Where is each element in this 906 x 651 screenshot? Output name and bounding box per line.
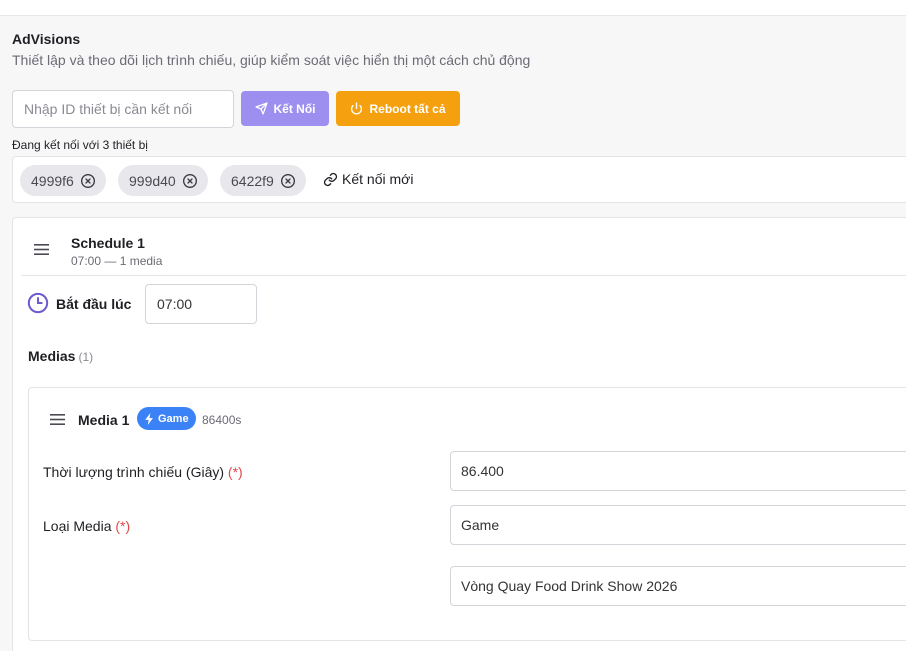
schedule-header: Schedule 1 07:00 — 1 media [21, 218, 906, 276]
drag-handle-icon[interactable] [34, 244, 49, 255]
required-mark: (*) [227, 464, 243, 480]
app-title: AdVisions [12, 31, 81, 47]
duration-label: Thời lượng trình chiếu (Giây) (*) [43, 464, 243, 480]
send-icon [254, 102, 268, 115]
drag-handle-icon[interactable] [50, 414, 65, 425]
medias-label: Medias [28, 348, 76, 364]
required-mark: (*) [115, 518, 131, 534]
media-type-badge-label: Game [158, 412, 189, 425]
start-time-label: Bắt đầu lúc [56, 296, 132, 312]
schedule-card: Schedule 1 07:00 — 1 media Bắt đầu lúc M… [12, 217, 906, 651]
duration-input[interactable] [450, 451, 906, 491]
connect-button[interactable]: Kết Nối [241, 91, 329, 126]
start-time-input[interactable] [145, 284, 257, 324]
media-type-select[interactable] [450, 505, 906, 545]
medias-heading: Medias (1) [28, 348, 93, 364]
schedule-summary: 07:00 — 1 media [71, 254, 163, 268]
device-id-input[interactable] [12, 90, 234, 128]
media-title: Media 1 [78, 412, 130, 428]
reboot-all-button[interactable]: Reboot tất cả [336, 91, 460, 126]
connect-button-label: Kết Nối [273, 101, 316, 116]
media-type-badge: Game [137, 407, 196, 430]
reboot-button-label: Reboot tất cả [369, 101, 446, 116]
device-tag: 4999f6 [20, 165, 106, 196]
device-tag: 999d40 [118, 165, 208, 196]
close-circle-icon[interactable] [280, 173, 296, 189]
top-bar [0, 0, 906, 16]
schedule-title: Schedule 1 [71, 235, 145, 251]
app-subtitle: Thiết lập và theo dõi lịch trình chiếu, … [12, 52, 531, 68]
clock-icon [27, 292, 49, 314]
medias-count: (1) [78, 350, 94, 364]
link-icon [323, 172, 338, 186]
lightning-icon [145, 412, 153, 425]
connected-devices: 4999f6 999d40 6422f9 Kết nối mới [12, 156, 906, 203]
device-tag: 6422f9 [220, 165, 306, 196]
game-select[interactable] [450, 566, 906, 606]
close-circle-icon[interactable] [182, 173, 198, 189]
connection-status: Đang kết nối với 3 thiết bị [12, 138, 148, 152]
device-id: 6422f9 [231, 172, 274, 189]
device-id: 4999f6 [31, 172, 74, 189]
device-id: 999d40 [129, 172, 176, 189]
media-card: Media 1 Game 86400s Thời lượng trình chi… [28, 387, 906, 641]
media-duration: 86400s [202, 413, 242, 427]
close-circle-icon[interactable] [80, 173, 96, 189]
power-icon [351, 102, 363, 115]
new-connection-label: Kết nối mới [342, 171, 414, 187]
media-type-label: Loại Media (*) [43, 518, 131, 534]
new-connection-link[interactable]: Kết nối mới [323, 171, 413, 187]
